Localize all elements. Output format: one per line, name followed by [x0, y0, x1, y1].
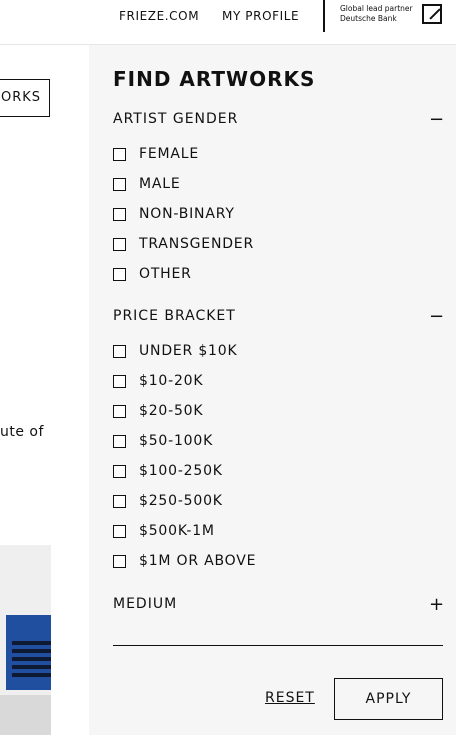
background-text-fragment: ute of	[0, 424, 44, 440]
checkbox[interactable]	[113, 554, 126, 568]
panel-title: FIND ARTWORKS	[113, 67, 316, 91]
option-1m-or-above[interactable]: $1M OR ABOVE	[113, 553, 256, 569]
collapse-icon[interactable]: −	[429, 308, 444, 326]
section-price-bracket-header[interactable]: PRICE BRACKET	[113, 308, 236, 324]
section-artist-gender-header[interactable]: ARTIST GENDER	[113, 111, 238, 127]
section-medium-header[interactable]: MEDIUM	[113, 596, 177, 612]
checkbox[interactable]	[113, 464, 126, 478]
option-20-50k[interactable]: $20-50K	[113, 403, 203, 419]
checkbox[interactable]	[113, 344, 126, 358]
option-male[interactable]: MALE	[113, 176, 181, 192]
option-100-250k[interactable]: $100-250K	[113, 463, 223, 479]
top-bar: FRIEZE.COM MY PROFILE Global lead partne…	[0, 0, 456, 45]
checkbox[interactable]	[113, 267, 126, 281]
filter-panel: FIND ARTWORKS ARTIST GENDER − FEMALE MAL…	[89, 45, 456, 735]
header-divider	[323, 0, 325, 32]
checkbox[interactable]	[113, 494, 126, 508]
deutsche-bank-logo-icon[interactable]	[422, 4, 442, 24]
apply-button[interactable]: APPLY	[334, 678, 443, 720]
option-500k-1m[interactable]: $500K-1M	[113, 523, 215, 539]
my-profile-link[interactable]: MY PROFILE	[222, 9, 299, 23]
checkbox[interactable]	[113, 237, 126, 251]
option-other[interactable]: OTHER	[113, 266, 192, 282]
checkbox[interactable]	[113, 404, 126, 418]
collapse-icon[interactable]: −	[429, 111, 444, 129]
option-non-binary[interactable]: NON-BINARY	[113, 206, 235, 222]
partner-text: Global lead partner Deutsche Bank	[340, 4, 413, 23]
checkbox[interactable]	[113, 177, 126, 191]
checkbox[interactable]	[113, 374, 126, 388]
checkbox[interactable]	[113, 207, 126, 221]
checkbox[interactable]	[113, 524, 126, 538]
background-artworks-button[interactable]: ORKS	[0, 79, 50, 117]
checkbox[interactable]	[113, 434, 126, 448]
divider	[113, 645, 443, 646]
background-artwork-image	[0, 545, 51, 735]
option-under-10k[interactable]: UNDER $10K	[113, 343, 237, 359]
reset-button[interactable]: RESET	[265, 690, 315, 706]
frieze-com-link[interactable]: FRIEZE.COM	[119, 9, 199, 23]
expand-icon[interactable]: +	[429, 596, 444, 614]
option-250-500k[interactable]: $250-500K	[113, 493, 223, 509]
option-50-100k[interactable]: $50-100K	[113, 433, 213, 449]
option-transgender[interactable]: TRANSGENDER	[113, 236, 254, 252]
checkbox[interactable]	[113, 147, 126, 161]
option-female[interactable]: FEMALE	[113, 146, 199, 162]
option-10-20k[interactable]: $10-20K	[113, 373, 203, 389]
